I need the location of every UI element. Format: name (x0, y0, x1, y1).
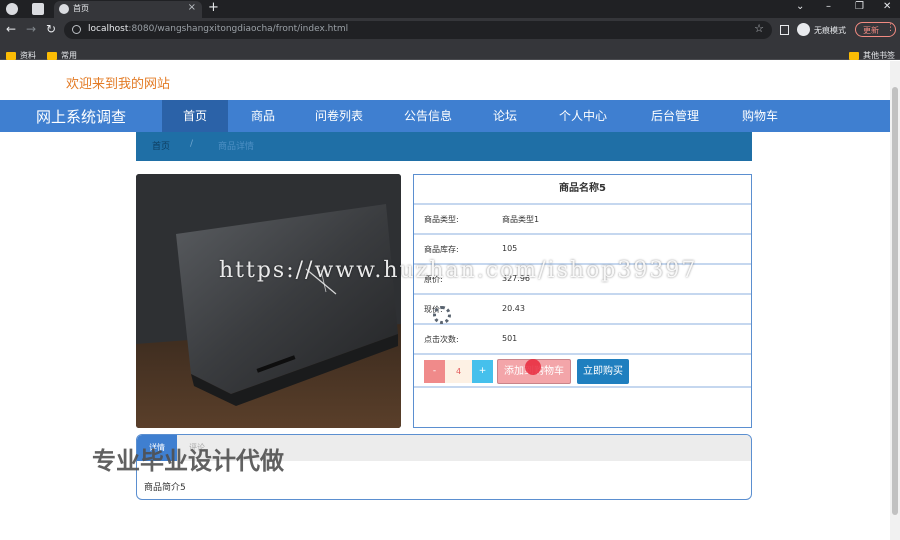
page-scrollbar[interactable] (890, 61, 900, 540)
site-title: 网上系统调查 (36, 108, 127, 126)
click-count-value: 501 (502, 334, 518, 343)
nav-surveys[interactable]: 问卷列表 (304, 100, 374, 132)
nav-announcements[interactable]: 公告信息 (392, 100, 464, 132)
main-navbar: 网上系统调查 首页 商品 问卷列表 公告信息 论坛 个人中心 后台管理 购物车 (0, 100, 890, 132)
product-type-row: 商品类型: 商品类型1 (414, 205, 751, 235)
quantity-input[interactable]: 4 (445, 360, 472, 383)
info-icon[interactable] (72, 25, 81, 34)
current-price-value: 20.43 (502, 304, 525, 313)
nav-user-center[interactable]: 个人中心 (546, 100, 620, 132)
minimize-icon[interactable]: – (826, 1, 831, 12)
laptop-illustration (136, 174, 401, 428)
web-page: 欢迎来到我的网站 网上系统调查 首页 商品 问卷列表 公告信息 论坛 个人中心 … (0, 61, 890, 540)
bookmark-folder-2[interactable]: 常用 (47, 45, 77, 60)
bookmark-star-icon[interactable]: ☆ (754, 22, 764, 35)
browser-profile-icon[interactable] (6, 3, 18, 15)
address-url: localhost:8080/wangshangxitongdiaocha/fr… (88, 24, 349, 34)
breadcrumb-home[interactable]: 首页 (152, 139, 170, 152)
browser-tab-active[interactable]: 首页 × (54, 1, 202, 18)
row-label: 商品类型: (424, 215, 459, 224)
update-label: 更新 (863, 26, 879, 35)
close-window-icon[interactable]: ✕ (883, 1, 891, 12)
ad-watermark: 专业毕业设计代做 (92, 447, 284, 475)
folder-icon (47, 51, 57, 60)
bookmarks-bar: 资料 常用 其他书签 (0, 42, 900, 60)
stock-value: 105 (502, 244, 518, 253)
nav-forum[interactable]: 论坛 (482, 100, 528, 132)
row-label: 点击次数: (424, 335, 459, 344)
current-price-row: 现价: 20.43 (414, 295, 751, 325)
tab-title: 首页 (73, 4, 89, 13)
welcome-text: 欢迎来到我的网站 (66, 77, 171, 92)
restore-icon[interactable]: ❐ (855, 1, 864, 12)
other-bookmarks[interactable]: 其他书签 (849, 45, 895, 60)
nav-products[interactable]: 商品 (240, 100, 286, 132)
chevron-down-icon[interactable]: ⌄ (796, 1, 804, 12)
nav-admin[interactable]: 后台管理 (638, 100, 712, 132)
browser-tab-strip: 首页 × + ⌄ – ❐ ✕ (0, 0, 900, 18)
globe-icon (59, 4, 69, 14)
forward-icon[interactable]: → (26, 22, 36, 36)
click-indicator (525, 359, 541, 375)
incognito-icon[interactable] (797, 23, 810, 36)
product-image (136, 174, 401, 428)
quantity-increase-button[interactable]: + (472, 360, 493, 383)
close-tab-icon[interactable]: × (188, 2, 196, 13)
tab-search-icon[interactable] (32, 3, 44, 15)
click-count-row: 点击次数: 501 (414, 325, 751, 355)
more-menu-icon[interactable]: ⋮ (886, 23, 895, 33)
nav-home[interactable]: 首页 (162, 100, 228, 132)
product-name: 商品名称5 (414, 175, 751, 205)
breadcrumb-separator: / (190, 139, 194, 149)
product-type-value: 商品类型1 (502, 215, 540, 224)
product-info-panel: 商品名称5 商品类型: 商品类型1 商品库存: 105 原价: 327.96 现… (413, 174, 752, 428)
browser-toolbar: ← → ↻ localhost:8080/wangshangxitongdiao… (0, 18, 900, 42)
url-watermark: https://www.huzhan.com/ishop39397 (219, 258, 698, 283)
folder-icon (849, 51, 859, 60)
breadcrumb: 首页 / 商品详情 (136, 132, 752, 161)
row-label: 商品库存: (424, 245, 459, 254)
nav-cart[interactable]: 购物车 (730, 100, 790, 132)
loading-spinner-icon (433, 306, 451, 324)
new-tab-icon[interactable]: + (208, 0, 219, 15)
reload-icon[interactable]: ↻ (46, 22, 56, 36)
product-description: 商品简介5 (144, 483, 186, 493)
buy-now-button[interactable]: 立即购买 (577, 359, 629, 384)
folder-icon (6, 51, 16, 60)
update-button[interactable]: 更新 ⋮ (855, 22, 896, 37)
back-icon[interactable]: ← (6, 22, 16, 36)
side-panel-icon[interactable] (780, 25, 789, 35)
quantity-decrease-button[interactable]: - (424, 360, 445, 383)
incognito-label: 无痕模式 (814, 26, 846, 35)
purchase-actions: - 4 + 添加到购物车 立即购买 (414, 355, 751, 388)
bookmark-folder-1[interactable]: 资料 (6, 45, 36, 60)
scrollbar-thumb[interactable] (892, 87, 898, 515)
address-bar[interactable]: localhost:8080/wangshangxitongdiaocha/fr… (64, 21, 772, 39)
breadcrumb-current: 商品详情 (218, 142, 255, 152)
